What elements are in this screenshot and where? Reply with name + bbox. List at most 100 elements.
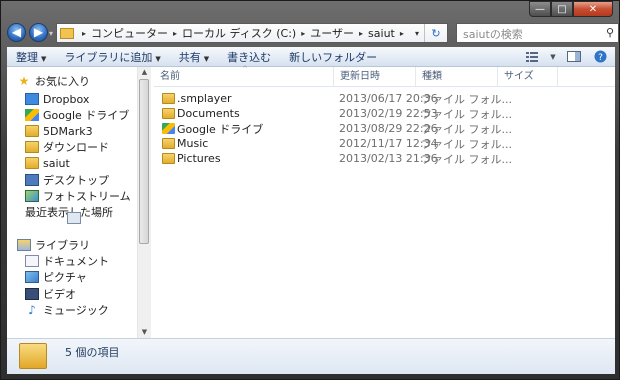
file-type: ファイル フォル...	[421, 122, 512, 136]
nav-favorites-label: お気に入り	[35, 75, 90, 88]
file-type: ファイル フォル...	[421, 92, 512, 106]
nav-item-label: Dropbox	[43, 92, 90, 106]
help-icon: ?	[594, 50, 606, 63]
search-box[interactable]: ⚲	[456, 23, 619, 43]
chevron-down-icon: ▼	[203, 54, 210, 63]
file-row[interactable]: Google ドライブ 2013/08/29 22:26 ファイル フォル...	[154, 121, 615, 136]
add-to-library-label: ライブラリに追加	[64, 50, 153, 64]
chevron-down-icon: ▼	[41, 54, 47, 63]
file-name: Pictures	[177, 152, 221, 165]
share-button[interactable]: 共有 ▼	[170, 49, 218, 65]
breadcrumb-computer[interactable]: コンピューター	[91, 25, 168, 41]
help-button[interactable]: ?	[591, 49, 609, 64]
nav-favorites[interactable]: ★ お気に入り	[17, 73, 90, 89]
library-icon	[17, 239, 31, 251]
preview-pane-button[interactable]	[565, 49, 583, 64]
breadcrumb-local-disk[interactable]: ローカル ディスク (C:)	[182, 25, 296, 41]
maximize-button[interactable]: □	[551, 1, 573, 17]
file-row[interactable]: Music 2012/11/17 12:34 ファイル フォル...	[154, 136, 615, 151]
svg-text:?: ?	[598, 53, 603, 63]
breadcrumb-separator-icon[interactable]: ▸	[301, 29, 305, 38]
scroll-up-icon[interactable]: ▲	[138, 67, 151, 78]
file-name: Music	[177, 137, 209, 150]
recent-pages-dropdown[interactable]: ▾	[49, 29, 53, 38]
navigation-pane-scrollbar[interactable]: ▲ ▼	[137, 67, 151, 338]
view-options-dropdown[interactable]: ▼	[549, 49, 557, 64]
nav-item-label: Google ドライブ	[43, 109, 130, 122]
file-name: Google ドライブ	[177, 122, 264, 136]
search-icon[interactable]: ⚲	[606, 26, 614, 39]
new-folder-button[interactable]: 新しいフォルダー	[280, 49, 386, 65]
file-type: ファイル フォル...	[421, 107, 512, 121]
desktop-icon	[25, 174, 39, 186]
nav-item-downloads[interactable]: ダウンロード	[25, 139, 109, 155]
file-type: ファイル フォル...	[421, 152, 512, 166]
column-header-name[interactable]: 名前	[154, 67, 334, 86]
close-button[interactable]: ✕	[573, 1, 613, 17]
nav-item-label: フォトストリーム	[43, 190, 131, 203]
back-button[interactable]: ◀	[7, 23, 26, 42]
preview-pane-icon	[567, 51, 581, 62]
organize-button[interactable]: 整理 ▼	[7, 49, 55, 65]
file-row[interactable]: Documents 2013/02/19 22:53 ファイル フォル...	[154, 106, 615, 121]
nav-libraries[interactable]: ライブラリ	[17, 237, 90, 253]
burn-button[interactable]: 書き込む	[218, 49, 280, 65]
column-header-type[interactable]: 種類	[416, 67, 498, 86]
nav-item-label: ミュージック	[43, 304, 109, 317]
documents-icon	[25, 255, 39, 267]
videos-icon	[25, 288, 39, 300]
nav-item-music[interactable]: ♪ ミュージック	[25, 302, 109, 318]
add-to-library-button[interactable]: ライブラリに追加 ▼	[55, 49, 169, 65]
breadcrumb-separator-icon[interactable]: ▸	[82, 29, 86, 38]
nav-item-videos[interactable]: ビデオ	[25, 286, 76, 302]
nav-item-google-drive[interactable]: Google ドライブ	[25, 107, 129, 123]
photostream-icon	[25, 190, 39, 202]
pictures-icon	[25, 271, 39, 283]
nav-item-desktop[interactable]: デスクトップ	[25, 172, 109, 188]
nav-item-pictures[interactable]: ピクチャ	[25, 269, 87, 285]
column-header-size[interactable]: サイズ	[498, 67, 558, 86]
scrollbar-thumb[interactable]	[139, 79, 149, 244]
change-view-button[interactable]	[523, 49, 541, 64]
breadcrumb-separator-icon[interactable]: ▸	[400, 29, 404, 38]
folder-icon	[162, 108, 175, 119]
explorer-window: — □ ✕ ◀ ▶ ▾ ▸ コンピューター ▸ ローカル ディスク (C:) ▸…	[0, 0, 620, 380]
search-input[interactable]	[461, 25, 595, 43]
breadcrumb-separator-icon[interactable]: ▸	[173, 29, 177, 38]
chevron-down-icon[interactable]: ▾	[411, 24, 423, 42]
folder-icon	[60, 27, 74, 39]
column-header-modified[interactable]: 更新日時	[334, 67, 416, 86]
share-label: 共有	[178, 50, 201, 64]
nav-item-saiut[interactable]: saiut	[25, 155, 70, 171]
nav-item-documents[interactable]: ドキュメント	[25, 253, 109, 269]
nav-item-label: デスクトップ	[43, 174, 109, 187]
nav-item-photostream[interactable]: フォトストリーム	[25, 188, 131, 204]
address-bar[interactable]: ▸ コンピューター ▸ ローカル ディスク (C:) ▸ ユーザー ▸ saiu…	[56, 23, 448, 43]
item-count: 5 個の項目	[65, 346, 120, 359]
folder-icon	[162, 153, 175, 164]
file-type: ファイル フォル...	[421, 137, 512, 151]
folder-icon	[162, 93, 175, 104]
scroll-down-icon[interactable]: ▼	[138, 327, 151, 338]
nav-item-5dmark3[interactable]: 5DMark3	[25, 123, 93, 139]
folder-icon	[25, 157, 39, 169]
nav-item-recent-places[interactable]: 最近表示した場所	[25, 204, 113, 224]
nav-item-dropbox[interactable]: Dropbox	[25, 91, 89, 107]
forward-button[interactable]: ▶	[29, 23, 48, 42]
nav-item-label: ビデオ	[43, 288, 76, 301]
star-icon: ★	[18, 74, 30, 88]
breadcrumb-users[interactable]: ユーザー	[310, 25, 354, 41]
nav-item-label: ピクチャ	[43, 271, 87, 284]
file-row[interactable]: Pictures 2013/02/13 21:36 ファイル フォル...	[154, 151, 615, 166]
file-name: Documents	[177, 107, 240, 120]
view-controls: ▼ ?	[523, 49, 609, 64]
music-icon: ♪	[28, 303, 36, 317]
minimize-button[interactable]: —	[529, 1, 551, 17]
navigation-pane: ★ お気に入り Dropbox Google ドライブ 5DMark3 ダウンロ…	[7, 67, 137, 338]
refresh-icon[interactable]: ↻	[424, 24, 447, 42]
file-row[interactable]: .smplayer 2013/06/17 20:36 ファイル フォル...	[154, 91, 615, 106]
google-drive-icon	[25, 109, 39, 121]
breadcrumb-saiut[interactable]: saiut	[368, 27, 395, 40]
breadcrumb-separator-icon[interactable]: ▸	[359, 29, 363, 38]
google-drive-icon	[162, 123, 175, 134]
